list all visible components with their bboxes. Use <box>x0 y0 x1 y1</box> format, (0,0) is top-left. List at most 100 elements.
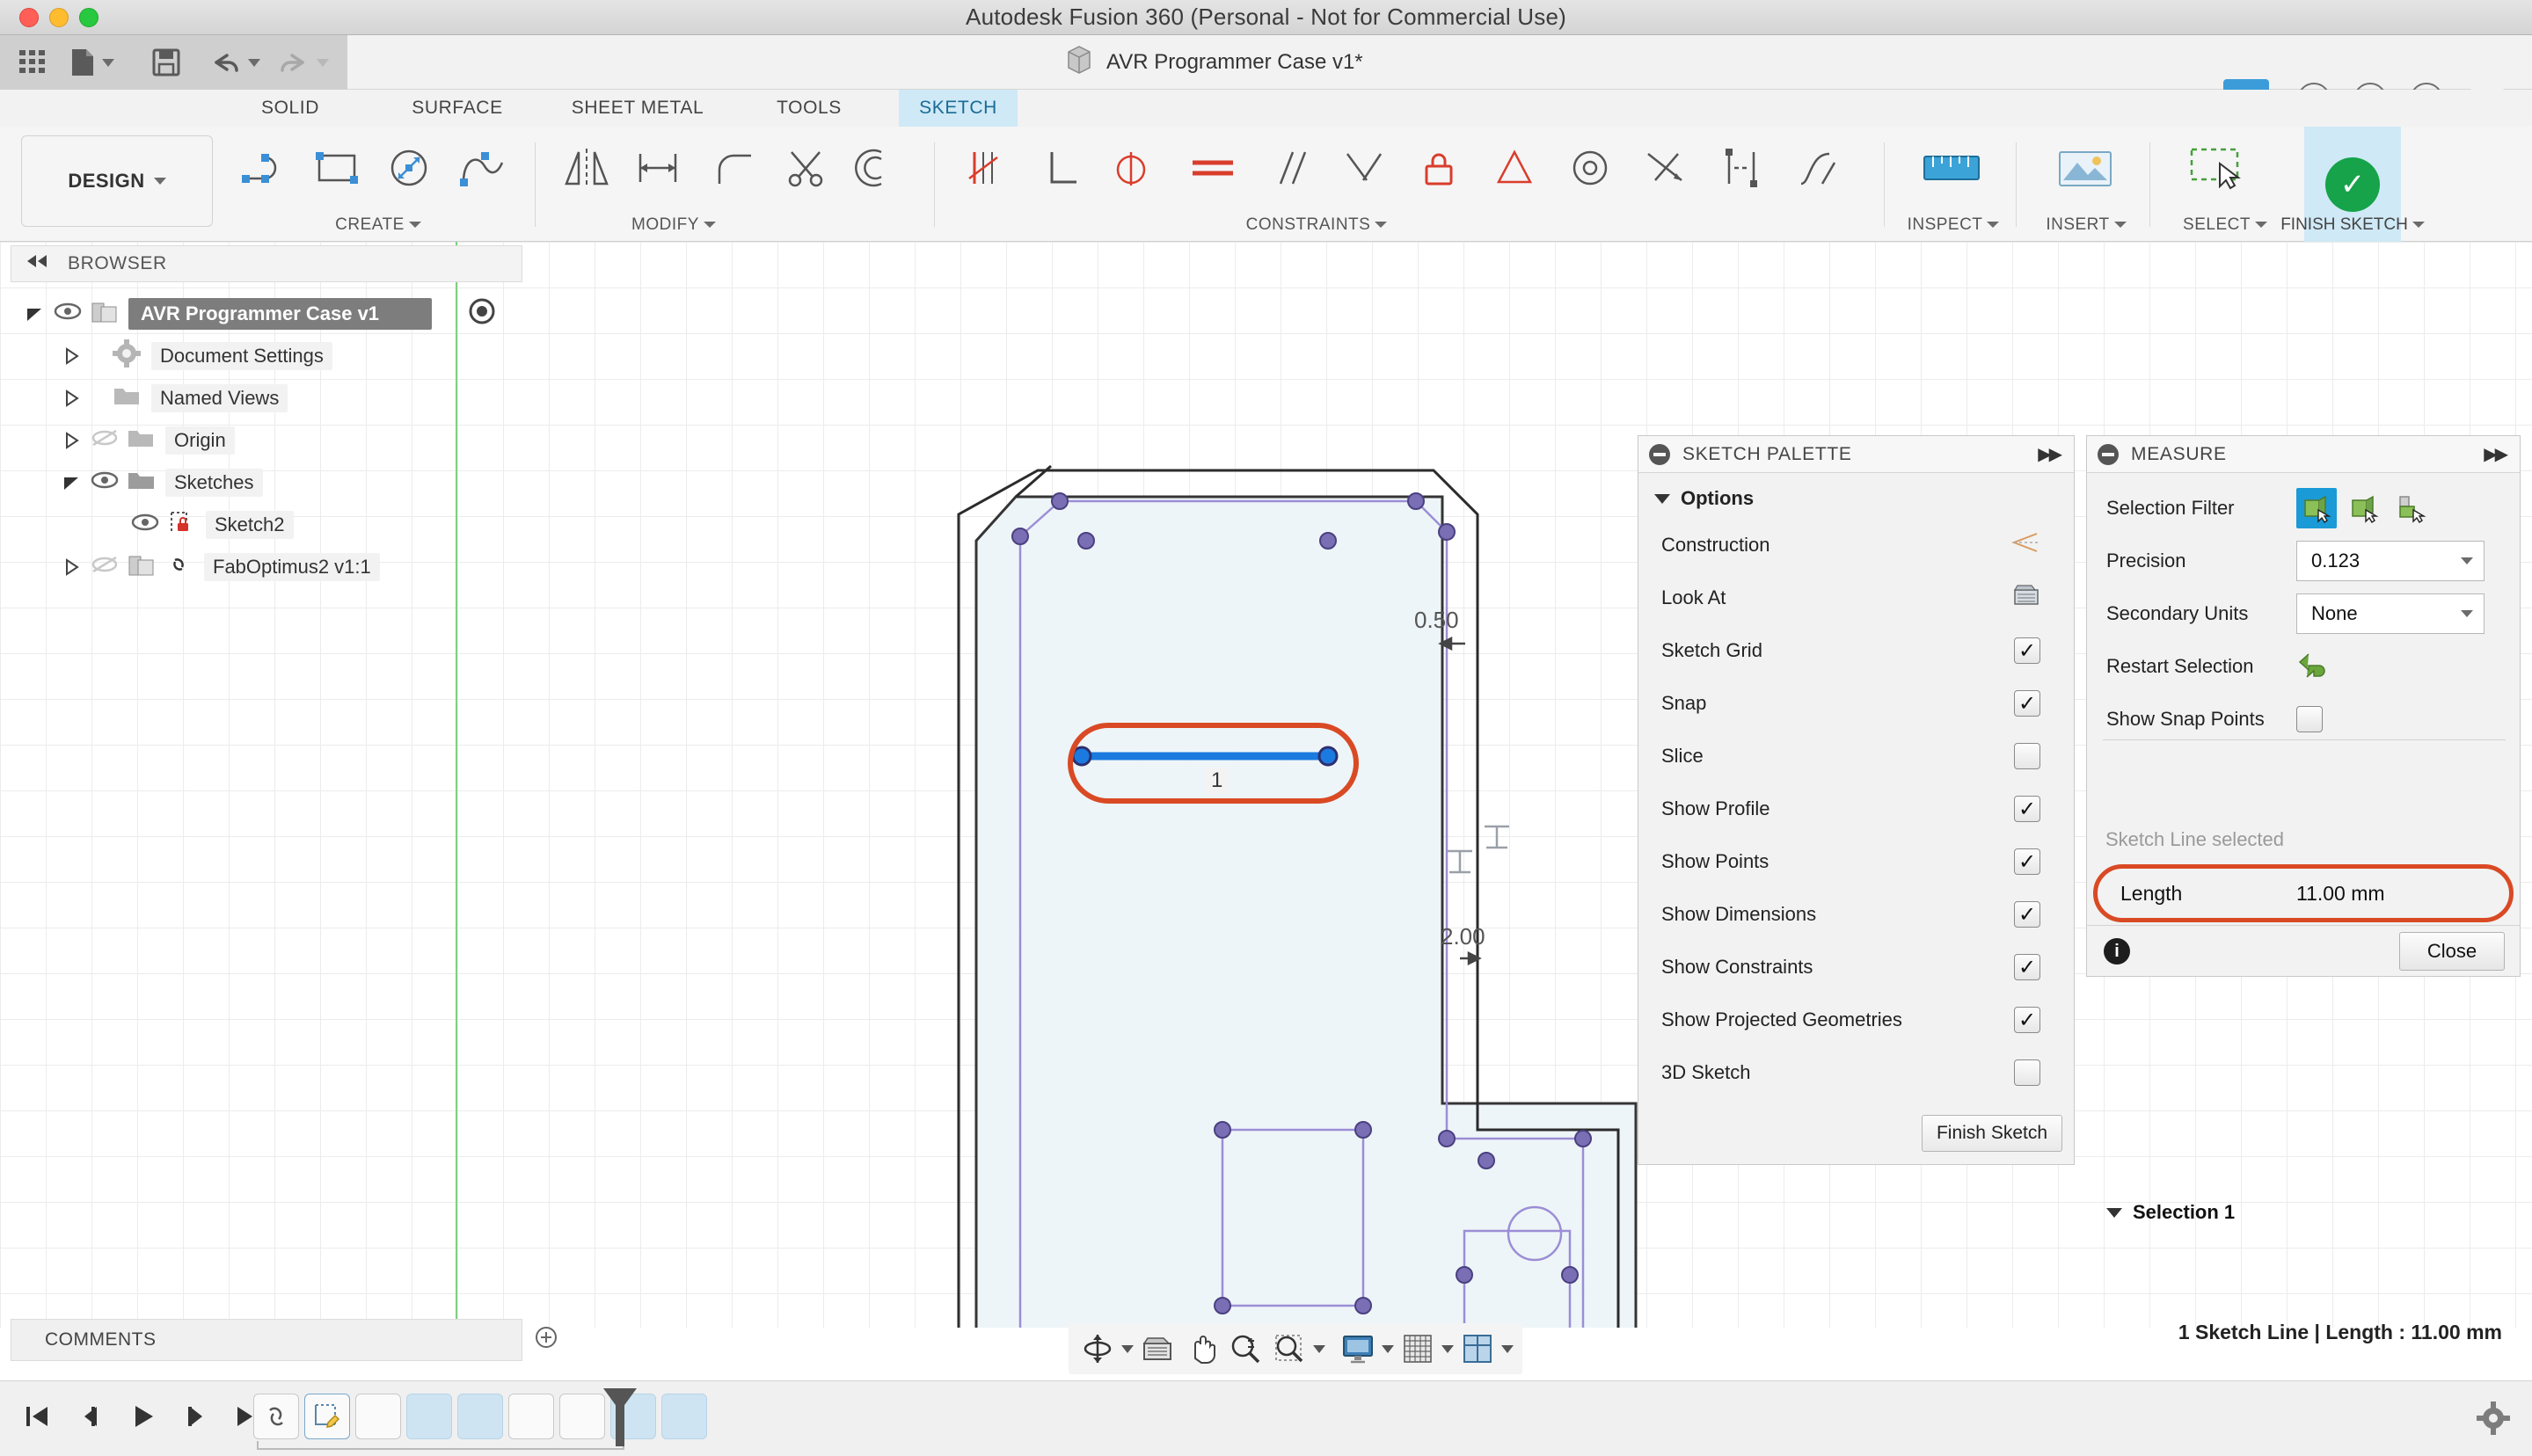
fillet-tool-icon[interactable] <box>704 135 769 200</box>
tab-surface[interactable]: SURFACE <box>387 92 528 124</box>
undo-arrow-icon[interactable] <box>2296 649 2333 684</box>
timeline-item-sketch[interactable] <box>304 1394 350 1439</box>
visibility-off-icon[interactable] <box>90 555 120 579</box>
palette-row-look-at[interactable]: Look At <box>1638 571 2074 624</box>
viewports-icon[interactable] <box>1457 1329 1498 1369</box>
equal-constraint-icon[interactable] <box>1483 135 1548 200</box>
chevron-down-icon[interactable] <box>1313 1344 1325 1353</box>
chevron-down-icon[interactable] <box>1441 1344 1454 1353</box>
show-data-panel-icon[interactable] <box>18 47 47 82</box>
palette-row-show-constraints[interactable]: Show Constraints ✓ <box>1638 941 2074 994</box>
collapsed-arrow-icon[interactable] <box>62 389 81 408</box>
visibility-eye-icon[interactable] <box>130 513 160 537</box>
timeline-item[interactable] <box>559 1394 605 1439</box>
timeline-item[interactable] <box>406 1394 452 1439</box>
collapsed-arrow-icon[interactable] <box>62 431 81 450</box>
select-face-icon[interactable] <box>2296 488 2337 528</box>
spline-tool-icon[interactable] <box>449 135 514 200</box>
checkbox-icon[interactable]: ✓ <box>2014 954 2040 980</box>
tree-item-origin[interactable]: Origin <box>11 419 522 462</box>
curvature-constraint-icon[interactable] <box>1785 135 1850 200</box>
collapsed-arrow-icon[interactable] <box>62 346 81 366</box>
activate-component-radio[interactable] <box>468 297 496 331</box>
comments-panel-header[interactable]: COMMENTS <box>11 1319 557 1361</box>
tree-item-sketches[interactable]: Sketches <box>11 462 522 504</box>
finish-sketch-panel-button[interactable]: Finish Sketch <box>1922 1115 2062 1152</box>
tab-sheet-metal[interactable]: SHEET METAL <box>545 92 730 124</box>
finish-sketch-button[interactable]: ✓ FINISH SKETCH <box>2280 127 2425 242</box>
rectangular-pattern-icon[interactable] <box>626 135 691 200</box>
tree-item-faboptimus2[interactable]: FabOptimus2 v1:1 <box>11 546 522 588</box>
perpendicular-constraint-icon[interactable] <box>1027 135 1092 200</box>
select-vertex-icon[interactable] <box>2391 488 2432 528</box>
expand-right-icon[interactable]: ▶▶ <box>2484 443 2508 465</box>
tangent-constraint-icon[interactable] <box>1099 135 1164 200</box>
rectangle-tool-icon[interactable] <box>305 135 370 200</box>
construction-line-icon[interactable] <box>2010 530 2040 560</box>
checkbox-icon[interactable]: ✓ <box>2014 796 2040 822</box>
tab-tools[interactable]: TOOLS <box>756 92 862 124</box>
checkbox-icon[interactable]: ✓ <box>2014 848 2040 875</box>
palette-row-slice[interactable]: Slice <box>1638 730 2074 783</box>
chevron-down-icon[interactable] <box>1121 1344 1134 1353</box>
checkbox-icon[interactable]: ✓ <box>2014 690 2040 717</box>
palette-row-construction[interactable]: Construction <box>1638 519 2074 571</box>
palette-row-snap[interactable]: Snap ✓ <box>1638 677 2074 730</box>
secondary-units-select[interactable]: None <box>2296 593 2485 634</box>
checkbox-icon[interactable] <box>2014 1059 2040 1086</box>
skip-to-start-icon[interactable] <box>14 1394 60 1439</box>
precision-select[interactable]: 0.123 <box>2296 541 2485 581</box>
select-arrow-icon[interactable] <box>2186 135 2251 200</box>
add-comment-icon[interactable] <box>535 1326 558 1354</box>
timeline-item[interactable] <box>661 1394 707 1439</box>
offset-tool-icon[interactable] <box>841 135 906 200</box>
palette-row-show-dimensions[interactable]: Show Dimensions ✓ <box>1638 888 2074 941</box>
checkbox-icon[interactable]: ✓ <box>2014 1007 2040 1033</box>
tree-item-root[interactable]: AVR Programmer Case v1 <box>11 293 522 335</box>
timeline-item[interactable] <box>508 1394 554 1439</box>
checkbox-icon[interactable]: ✓ <box>2014 637 2040 664</box>
palette-row-show-profile[interactable]: Show Profile ✓ <box>1638 783 2074 835</box>
tree-item-named-views[interactable]: Named Views <box>11 377 522 419</box>
info-icon[interactable]: i <box>2104 938 2130 965</box>
measure-icon[interactable] <box>1919 135 1984 200</box>
chevron-down-icon[interactable] <box>1501 1344 1514 1353</box>
line-tool-icon[interactable] <box>233 135 298 200</box>
palette-row-3d-sketch[interactable]: 3D Sketch <box>1638 1046 2074 1099</box>
visibility-eye-icon[interactable] <box>53 302 83 326</box>
parallel-constraint-icon[interactable] <box>1259 135 1324 200</box>
close-button[interactable]: Close <box>2399 932 2505 971</box>
zoom-window-icon[interactable] <box>1269 1329 1310 1369</box>
sketch-palette-panel[interactable]: SKETCH PALETTE ▶▶ Options Construction L… <box>1638 435 2075 1165</box>
tab-solid[interactable]: SOLID <box>237 92 343 124</box>
tab-sketch[interactable]: SKETCH <box>899 90 1018 127</box>
selection-section-header[interactable]: Selection 1 <box>2106 1201 2235 1224</box>
panel-collapse-icon[interactable] <box>1649 443 1670 465</box>
timeline-controls[interactable] <box>14 1394 271 1439</box>
timeline-marker[interactable] <box>603 1388 637 1446</box>
look-at-icon[interactable] <box>2012 583 2040 613</box>
checkbox-icon[interactable]: ✓ <box>2014 901 2040 928</box>
visibility-eye-icon[interactable] <box>90 470 120 495</box>
timeline-item[interactable] <box>457 1394 503 1439</box>
tree-item-document-settings[interactable]: Document Settings <box>11 335 522 377</box>
new-document-icon[interactable] <box>69 47 120 82</box>
grid-snaps-icon[interactable] <box>1397 1329 1438 1369</box>
select-edge-icon[interactable] <box>2344 488 2384 528</box>
orbit-icon[interactable] <box>1077 1329 1118 1369</box>
step-back-icon[interactable] <box>67 1394 113 1439</box>
expanded-arrow-icon[interactable] <box>25 304 44 324</box>
symmetry-constraint-icon[interactable] <box>1710 135 1775 200</box>
document-tab[interactable]: AVR Programmer Case v1* <box>1064 35 1363 90</box>
collapsed-arrow-icon[interactable] <box>62 557 81 577</box>
step-forward-icon[interactable] <box>172 1394 218 1439</box>
palette-row-sketch-grid[interactable]: Sketch Grid ✓ <box>1638 624 2074 677</box>
palette-row-show-projected-geometries[interactable]: Show Projected Geometries ✓ <box>1638 994 2074 1046</box>
mirror-tool-icon[interactable] <box>554 135 619 200</box>
circle-tool-icon[interactable] <box>377 135 442 200</box>
browser-tree[interactable]: AVR Programmer Case v1 Document Settings… <box>11 293 522 588</box>
expanded-arrow-icon[interactable] <box>62 473 81 492</box>
expand-right-icon[interactable]: ▶▶ <box>2038 443 2062 465</box>
timeline-item-link[interactable] <box>253 1394 299 1439</box>
palette-row-show-points[interactable]: Show Points ✓ <box>1638 835 2074 888</box>
